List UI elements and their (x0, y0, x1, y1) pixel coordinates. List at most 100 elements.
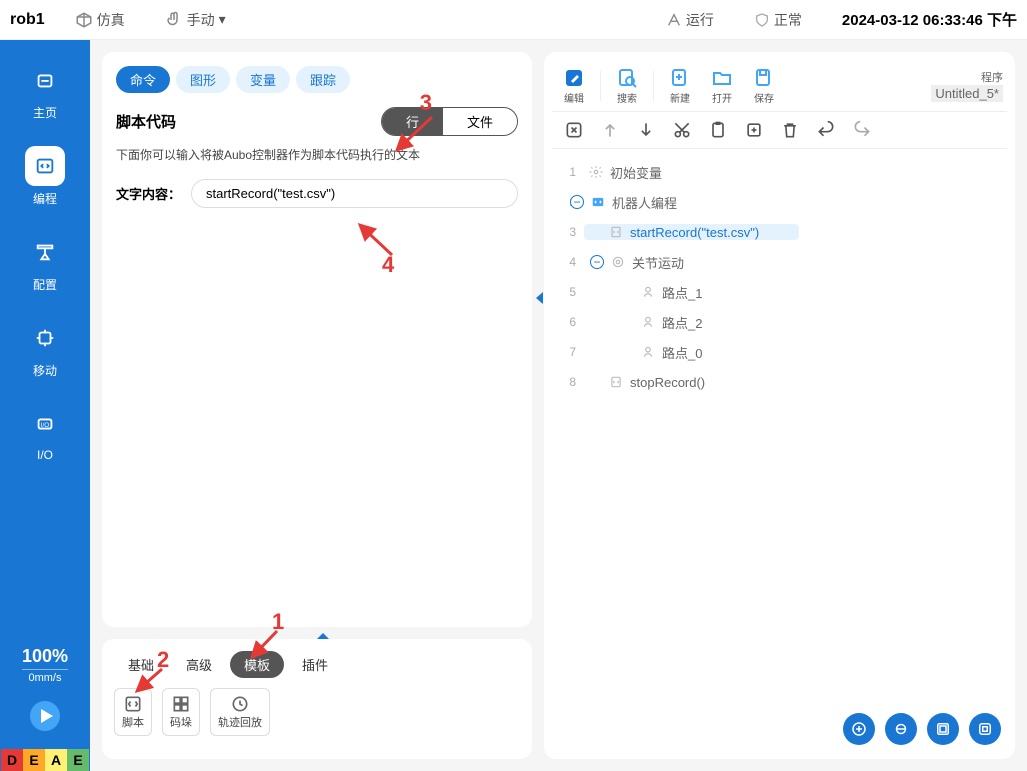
io-icon: I/O (34, 413, 56, 435)
code-icon (590, 194, 606, 210)
left-collapse-icon[interactable] (536, 292, 543, 304)
fab-icon-1 (850, 720, 868, 738)
trash-icon[interactable] (780, 120, 800, 140)
save-icon (752, 66, 776, 90)
sim-icon (75, 11, 93, 29)
tree-label: stopRecord() (630, 375, 705, 390)
tab-command[interactable]: 命令 (116, 66, 170, 93)
bottab-plugin[interactable]: 插件 (288, 651, 342, 678)
play-icon (27, 698, 63, 734)
code-icon (34, 155, 56, 177)
bottab-advanced[interactable]: 高级 (172, 651, 226, 678)
open-icon (710, 66, 734, 90)
paste-icon[interactable] (744, 120, 764, 140)
delete-x-icon[interactable] (564, 120, 584, 140)
tree-row[interactable]: 4−关节运动 (556, 247, 1003, 277)
template-script[interactable]: 脚本 (114, 688, 152, 736)
svg-text:I/O: I/O (41, 422, 50, 429)
template-replay[interactable]: 轨迹回放 (210, 688, 270, 736)
tree-row[interactable]: 8 stopRecord() (556, 367, 1003, 397)
rt-save[interactable]: 保存 (746, 64, 782, 107)
tree-row[interactable]: 1 初始变量 (556, 157, 1003, 187)
line-number: 8 (556, 375, 576, 389)
manual-mode[interactable]: 手动 ▾ (165, 10, 226, 30)
script-input[interactable] (191, 179, 518, 208)
run-icon (666, 12, 682, 28)
config-icon (34, 241, 56, 263)
tree-label: 关节运动 (632, 253, 684, 272)
clock: 2024-03-12 06:33:46 下午 (842, 9, 1017, 30)
arrow-4 (352, 220, 402, 260)
collapse-icon[interactable]: − (590, 255, 604, 269)
chevron-down-icon: ▾ (219, 11, 226, 28)
cut-icon[interactable] (672, 120, 692, 140)
tab-graphic[interactable]: 图形 (176, 66, 230, 93)
tree-row[interactable]: 5路点_1 (556, 277, 1003, 307)
down-arrow-icon[interactable] (636, 120, 656, 140)
rt-edit[interactable]: 编辑 (556, 64, 592, 107)
joint-icon (610, 254, 626, 270)
tree-label: 机器人编程 (612, 193, 677, 212)
tree-label: startRecord("test.csv") (630, 225, 759, 240)
rt-new[interactable]: 新建 (662, 64, 698, 107)
wp-icon (640, 344, 656, 360)
tree-row[interactable]: 7路点_0 (556, 337, 1003, 367)
fab-1[interactable] (843, 713, 875, 745)
tab-trace[interactable]: 跟踪 (296, 66, 350, 93)
speed-display[interactable]: 100% 0mm/s (22, 646, 68, 684)
sidebar-program[interactable]: 编程 (25, 146, 65, 207)
replay-icon (230, 694, 250, 714)
rt-open[interactable]: 打开 (704, 64, 740, 107)
rt-search[interactable]: 搜索 (609, 64, 645, 107)
shield-icon (754, 12, 770, 28)
tree-row[interactable]: 2−机器人编程 (556, 187, 1003, 217)
undo-icon[interactable] (816, 120, 836, 140)
template-pallet[interactable]: 码垛 (162, 688, 200, 736)
copy-icon[interactable] (708, 120, 728, 140)
pallet-icon (171, 694, 191, 714)
play-button[interactable] (27, 698, 63, 739)
safety-status[interactable]: 正常 (754, 10, 802, 30)
tree-row[interactable]: 6 路点_2 (556, 307, 1003, 337)
line-number: 6 (556, 315, 576, 329)
move-icon (34, 327, 56, 349)
program-filename[interactable]: Untitled_5* (931, 85, 1003, 102)
search-icon (615, 66, 639, 90)
wp-icon (640, 284, 656, 300)
tree-label: 路点_2 (662, 313, 702, 332)
sidebar-config[interactable]: 配置 (25, 232, 65, 293)
bottab-template[interactable]: 模板 (230, 651, 284, 678)
panel-caret-icon (317, 633, 329, 639)
redo-icon[interactable] (852, 120, 872, 140)
toggle-line[interactable]: 行 (382, 108, 443, 135)
app-title: rob1 (10, 11, 45, 29)
edit-icon (562, 66, 586, 90)
tree-label: 初始变量 (610, 163, 662, 182)
fab-3[interactable] (927, 713, 959, 745)
sidebar-home[interactable]: 主页 (25, 60, 65, 121)
sim-toggle[interactable]: 仿真 (75, 10, 125, 30)
fab-2[interactable] (885, 713, 917, 745)
script-desc: 下面你可以输入将被Aubo控制器作为脚本代码执行的文本 (116, 146, 518, 163)
up-arrow-icon[interactable] (600, 120, 620, 140)
tree-label: 路点_0 (662, 343, 702, 362)
collapse-icon[interactable]: − (570, 195, 584, 209)
tab-variable[interactable]: 变量 (236, 66, 290, 93)
line-number: 5 (556, 285, 576, 299)
fab-4[interactable] (969, 713, 1001, 745)
bottab-basic[interactable]: 基础 (114, 651, 168, 678)
sidebar-move[interactable]: 移动 (25, 318, 65, 379)
run-status[interactable]: 运行 (666, 10, 714, 30)
program-label: 程序 (931, 69, 1003, 85)
fab-icon-3 (934, 720, 952, 738)
script-icon (123, 694, 143, 714)
tree-row[interactable]: 3 startRecord("test.csv") (556, 217, 1003, 247)
script-mode-toggle: 行 文件 (381, 107, 518, 136)
deae-status: DEAE (1, 749, 89, 771)
script-icon (608, 374, 624, 390)
sidebar-io[interactable]: I/O I/O (25, 404, 65, 462)
toggle-file[interactable]: 文件 (443, 108, 517, 135)
line-number: 3 (556, 225, 576, 239)
input-label: 文字内容： (116, 184, 181, 203)
line-number: 1 (556, 165, 576, 179)
